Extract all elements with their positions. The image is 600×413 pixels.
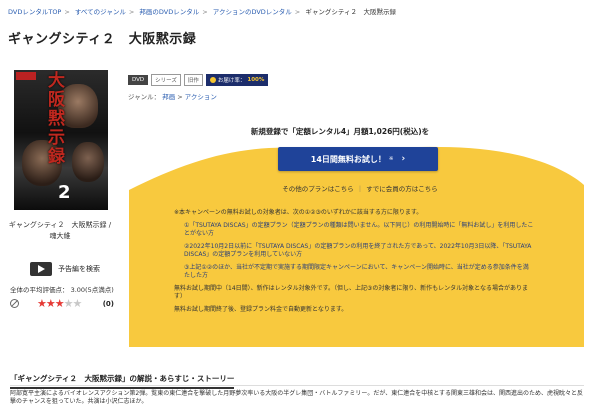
format-tag: DVD	[128, 75, 149, 85]
breadcrumb-top-link[interactable]: DVDレンタルTOP	[8, 8, 61, 16]
genre-label: ジャンル：	[128, 93, 161, 101]
delivery-rate-badge: お届け率： 100%	[205, 74, 269, 86]
old-release-tag: 旧作	[183, 74, 203, 86]
breadcrumb-separator: >	[202, 8, 208, 16]
breadcrumb-separator: >	[128, 8, 135, 16]
synopsis-section-title: 「ギャングシティ２ 大阪黙示録」の解説・あらすじ・ストーリー	[10, 373, 235, 389]
cta-label: 14日間無料お試し！	[310, 154, 386, 164]
not-interested-icon[interactable]	[10, 299, 19, 308]
breadcrumb-action-link[interactable]: アクションのDVDレンタル	[213, 8, 292, 16]
poster-badge	[16, 72, 36, 80]
movie-caption: ギャングシティ２ 大阪黙示録 / 魂大維	[8, 221, 112, 240]
genre-link-japanese[interactable]: 邦画	[162, 93, 175, 101]
delivery-rate-label: お届け率：	[217, 78, 246, 84]
synopsis-text: 阿部寛平主演によるバイオレンスアクション第2弾。覧東の東仁連合を撃破した月野夢次…	[10, 390, 584, 405]
other-plans-link[interactable]: その他のプランはこちら	[282, 185, 354, 193]
breadcrumb: DVDレンタルTOP > すべてのジャンル > 邦画のDVDレンタル > アクションの…	[8, 6, 396, 16]
movie-poster[interactable]: 大阪黙示録 2	[14, 70, 108, 210]
cta-note-mark: ※	[388, 156, 394, 162]
note-condition-3: ③上記①②のほか、当社が不定期で実施する期間限定キャンペーンにおいて、キャンペー…	[184, 264, 529, 279]
poster-face	[72, 142, 104, 182]
breadcrumb-all-genres-link[interactable]: すべてのジャンル	[75, 8, 126, 16]
rating-row: ★★★★★ (0)	[10, 297, 114, 310]
coin-icon	[209, 77, 216, 83]
star-rating[interactable]: ★★★★★	[37, 297, 82, 310]
breadcrumb-current: ギャングシティ２ 大阪黙示録	[305, 8, 396, 16]
plan-links: その他のプランはこちら｜すでに会員の方はこちら	[210, 183, 510, 193]
campaign-notes: ※本キャンペーンの無料お試しの対象者は、次の①②③のいずれかに該当する方に限りま…	[174, 209, 534, 319]
note-condition-1: ①「TSUTAYA DISCAS」の定額プラン（定額プランの種類は問いません。以…	[184, 222, 534, 237]
chevron-right-icon: ›	[401, 154, 406, 164]
review-count[interactable]: (0)	[103, 300, 114, 308]
tag-row: DVD シリーズ 旧作 お届け率： 100%	[128, 74, 269, 86]
breadcrumb-separator: >	[294, 8, 301, 16]
section-divider	[10, 385, 584, 386]
page-title: ギャングシティ２ 大阪黙示録	[8, 32, 197, 47]
promo-headline: 新規登録で「定額レンタル4」月額1,026円(税込)を	[250, 127, 430, 136]
genre-row: ジャンル： 邦画 > アクション	[128, 93, 217, 101]
link-separator: ｜	[356, 185, 364, 193]
poster-title: 大阪黙示録	[48, 71, 65, 167]
note-intro: ※本キャンペーンの無料お試しの対象者は、次の①②③のいずれかに該当する方に限りま…	[174, 209, 423, 216]
trailer-label: 予告編を検索	[58, 265, 100, 273]
free-trial-button[interactable]: 14日間無料お試し！ ※ ›	[278, 147, 438, 171]
average-rating: 全体の平均評価点： 3.00(5点満点)	[10, 286, 114, 294]
note-auto-renew: 無料お試し期間終了後、登録プラン料金で自動更新となります。	[174, 306, 348, 313]
series-tag: シリーズ	[151, 74, 181, 86]
note-trial-period: 無料お試し期間中（14日間）、新作はレンタル対象外です。（但し、上記③の対象者に…	[174, 285, 528, 300]
delivery-rate-value: 100%	[247, 77, 265, 83]
note-condition-2: ②2022年10月2日以前に「TSUTAYA DISCAS」の定額プランの利用を…	[184, 243, 532, 258]
breadcrumb-separator: >	[64, 8, 70, 16]
genre-link-action[interactable]: アクション	[185, 93, 217, 101]
member-login-link[interactable]: すでに会員の方はこちら	[366, 185, 438, 193]
poster-number: 2	[58, 182, 71, 203]
breadcrumb-japanese-film-link[interactable]: 邦画のDVDレンタル	[139, 8, 199, 16]
trailer-search[interactable]: 予告編を検索	[30, 262, 100, 276]
play-icon	[30, 262, 52, 276]
